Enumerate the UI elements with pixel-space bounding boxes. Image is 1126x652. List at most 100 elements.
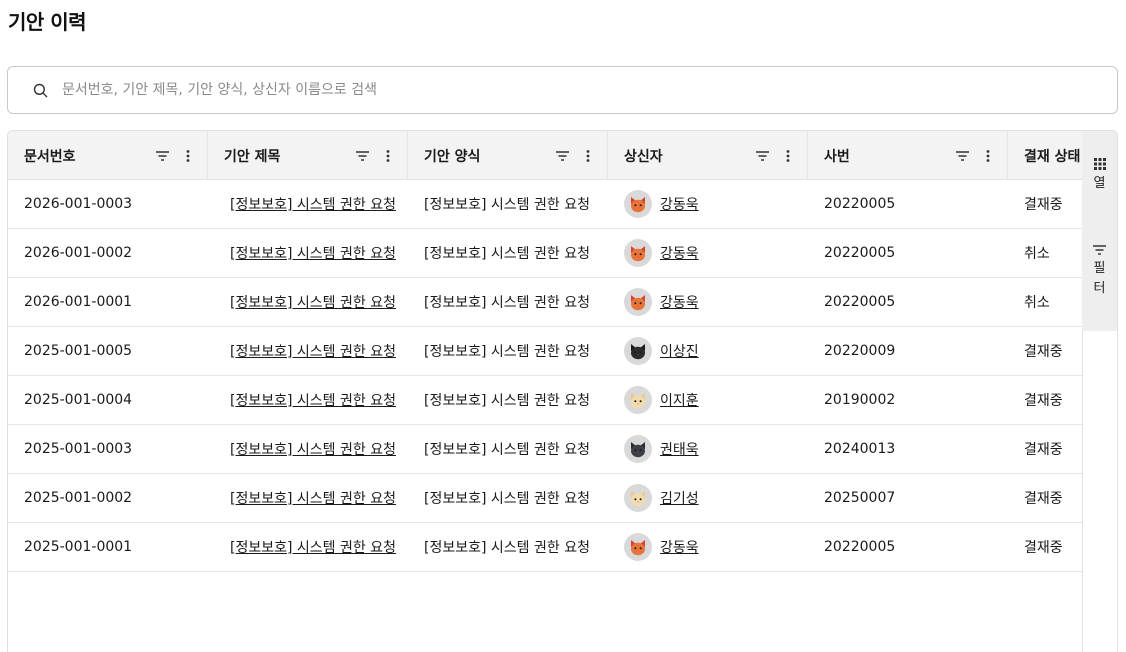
cell-form: [정보보호] 시스템 권한 요청 [408, 229, 608, 278]
cell-emp-no: 20190002 [808, 376, 1008, 425]
filter-icon[interactable] [355, 149, 369, 163]
header-row: 문서번호 기안 제목 기안 양식 상신자 사번 결재 상태 [8, 131, 1082, 180]
cell-form: [정보보호] 시스템 권한 요청 [408, 474, 608, 523]
emp-no-text: 20240013 [824, 441, 896, 457]
cell-title: [정보보호] 시스템 권한 요청 [208, 376, 408, 425]
doc-no-text: 2025-001-0003 [24, 441, 133, 457]
cat-avatar-icon [624, 190, 652, 218]
cell-submitter: 김기성 [608, 474, 808, 523]
cell-status: 결재중 [1008, 425, 1082, 474]
cell-doc-no: 2025-001-0005 [8, 327, 208, 376]
emp-no-text: 20250007 [824, 490, 896, 506]
column-header-label: 사번 [824, 148, 850, 165]
form-text: [정보보호] 시스템 권한 요청 [424, 442, 590, 458]
emp-no-text: 20220005 [824, 196, 896, 212]
title-link[interactable]: [정보보호] 시스템 권한 요청 [230, 390, 396, 410]
more-vert-icon[interactable] [181, 149, 195, 163]
doc-no-text: 2025-001-0004 [24, 392, 133, 408]
status-text: 결재중 [1024, 491, 1063, 507]
cat-avatar-icon [624, 239, 652, 267]
more-vert-icon[interactable] [781, 149, 795, 163]
cell-emp-no: 20220005 [808, 523, 1008, 572]
search-input[interactable] [62, 82, 962, 98]
status-text: 결재중 [1024, 442, 1063, 458]
title-link[interactable]: [정보보호] 시스템 권한 요청 [230, 439, 396, 459]
column-header-label: 상신자 [624, 148, 663, 165]
cell-doc-no: 2026-001-0002 [8, 229, 208, 278]
column-header-title[interactable]: 기안 제목 [208, 131, 408, 180]
cell-title: [정보보호] 시스템 권한 요청 [208, 474, 408, 523]
filter-icon[interactable] [955, 149, 969, 163]
table-row[interactable]: 2025-001-0005 [정보보호] 시스템 권한 요청 [정보보호] 시스… [8, 327, 1082, 376]
column-header-doc-no[interactable]: 문서번호 [8, 131, 208, 180]
table-row[interactable]: 2025-001-0003 [정보보호] 시스템 권한 요청 [정보보호] 시스… [8, 425, 1082, 474]
emp-no-text: 20220009 [824, 343, 896, 359]
doc-no-text: 2025-001-0001 [24, 539, 133, 555]
filter-icon[interactable] [155, 149, 169, 163]
filter-panel-label: 터 [1093, 281, 1106, 296]
status-text: 결재중 [1024, 540, 1063, 556]
search-box[interactable] [7, 66, 1118, 114]
emp-no-text: 20220005 [824, 294, 896, 310]
cell-emp-no: 20220005 [808, 278, 1008, 327]
doc-no-text: 2026-001-0001 [24, 294, 133, 310]
submitter-link[interactable]: 강동욱 [660, 194, 699, 214]
title-link[interactable]: [정보보호] 시스템 권한 요청 [230, 292, 396, 312]
column-header-submitter[interactable]: 상신자 [608, 131, 808, 180]
submitter-link[interactable]: 이상진 [660, 341, 699, 361]
filter-panel-button[interactable]: 필 터 [1093, 240, 1106, 299]
cell-doc-no: 2025-001-0001 [8, 523, 208, 572]
title-link[interactable]: [정보보호] 시스템 권한 요청 [230, 488, 396, 508]
page-title: 기안 이력 [8, 10, 87, 34]
cell-status: 결재중 [1008, 180, 1082, 229]
table-row[interactable]: 2026-001-0002 [정보보호] 시스템 권한 요청 [정보보호] 시스… [8, 229, 1082, 278]
cell-submitter: 이지훈 [608, 376, 808, 425]
title-link[interactable]: [정보보호] 시스템 권한 요청 [230, 243, 396, 263]
cell-status: 결재중 [1008, 474, 1082, 523]
table-row[interactable]: 2026-001-0001 [정보보호] 시스템 권한 요청 [정보보호] 시스… [8, 278, 1082, 327]
submitter-link[interactable]: 이지훈 [660, 390, 699, 410]
more-vert-icon[interactable] [581, 149, 595, 163]
submitter-link[interactable]: 김기성 [660, 488, 699, 508]
doc-no-text: 2026-001-0003 [24, 196, 133, 212]
cell-submitter: 강동욱 [608, 278, 808, 327]
filter-icon[interactable] [755, 149, 769, 163]
column-header-form[interactable]: 기안 양식 [408, 131, 608, 180]
form-text: [정보보호] 시스템 권한 요청 [424, 197, 590, 213]
columns-panel-button[interactable]: 열 [1093, 155, 1106, 194]
cell-status: 결재중 [1008, 376, 1082, 425]
column-header-status[interactable]: 결재 상태 [1008, 131, 1082, 180]
grid-body: 2026-001-0003 [정보보호] 시스템 권한 요청 [정보보호] 시스… [8, 180, 1082, 572]
grid-side-panel: 열 필 터 [1082, 131, 1117, 331]
submitter-link[interactable]: 강동욱 [660, 243, 699, 263]
column-header-label: 기안 양식 [424, 148, 481, 165]
emp-no-text: 20220005 [824, 245, 896, 261]
status-text: 취소 [1024, 295, 1050, 311]
table-row[interactable]: 2025-001-0004 [정보보호] 시스템 권한 요청 [정보보호] 시스… [8, 376, 1082, 425]
doc-no-text: 2025-001-0005 [24, 343, 133, 359]
more-vert-icon[interactable] [981, 149, 995, 163]
cell-emp-no: 20220005 [808, 229, 1008, 278]
more-vert-icon[interactable] [381, 149, 395, 163]
submitter-link[interactable]: 강동욱 [660, 537, 699, 557]
title-link[interactable]: [정보보호] 시스템 권한 요청 [230, 194, 396, 214]
submitter-link[interactable]: 강동욱 [660, 292, 699, 312]
cell-title: [정보보호] 시스템 권한 요청 [208, 523, 408, 572]
search-icon [32, 82, 48, 98]
table-row[interactable]: 2026-001-0003 [정보보호] 시스템 권한 요청 [정보보호] 시스… [8, 180, 1082, 229]
submitter-link[interactable]: 권태욱 [660, 439, 699, 459]
cell-emp-no: 20220005 [808, 180, 1008, 229]
cell-form: [정보보호] 시스템 권한 요청 [408, 376, 608, 425]
cell-status: 취소 [1008, 229, 1082, 278]
column-header-emp-no[interactable]: 사번 [808, 131, 1008, 180]
form-text: [정보보호] 시스템 권한 요청 [424, 246, 590, 262]
form-text: [정보보호] 시스템 권한 요청 [424, 393, 590, 409]
filter-icon[interactable] [555, 149, 569, 163]
table-row[interactable]: 2025-001-0001 [정보보호] 시스템 권한 요청 [정보보호] 시스… [8, 523, 1082, 572]
title-link[interactable]: [정보보호] 시스템 권한 요청 [230, 537, 396, 557]
table-row[interactable]: 2025-001-0002 [정보보호] 시스템 권한 요청 [정보보호] 시스… [8, 474, 1082, 523]
cell-form: [정보보호] 시스템 권한 요청 [408, 523, 608, 572]
title-link[interactable]: [정보보호] 시스템 권한 요청 [230, 341, 396, 361]
column-header-label: 결재 상태 [1024, 148, 1081, 165]
filter-icon [1093, 240, 1106, 259]
